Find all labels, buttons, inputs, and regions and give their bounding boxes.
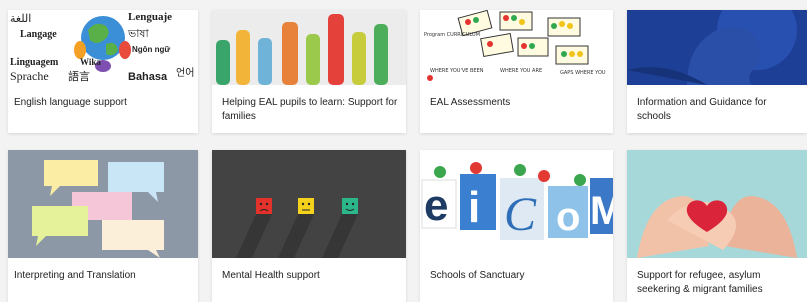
svg-text:Sprache: Sprache	[10, 69, 49, 83]
happy-cube	[342, 198, 358, 214]
svg-text:언어: 언어	[176, 67, 194, 79]
svg-text:C: C	[504, 188, 537, 241]
card-english-language-support[interactable]: اللغة Lenguaje Langage ভাষা Ngôn ngữ Lin…	[8, 10, 198, 133]
svg-text:Ngôn ngữ: Ngôn ngữ	[132, 45, 170, 54]
card-label: EAL Assessments	[430, 97, 511, 108]
heart-in-hands-image	[627, 150, 807, 258]
pinned-letters-image: e i C o M	[420, 150, 613, 258]
svg-text:WHERE YOU ARE: WHERE YOU ARE	[500, 68, 542, 74]
card-label: Mental Health support	[222, 270, 320, 281]
card-information-guidance-schools[interactable]: Information and Guidance for schools	[627, 10, 807, 133]
languages-globe-image: اللغة Lenguaje Langage ভাষা Ngôn ngữ Lin…	[8, 10, 198, 85]
card-label: Schools of Sanctuary	[430, 270, 525, 281]
resource-card-grid: اللغة Lenguaje Langage ভাষা Ngôn ngữ Lin…	[0, 0, 807, 302]
card-label: English language support	[14, 97, 127, 108]
svg-text:Wika: Wika	[80, 57, 101, 67]
svg-text:Linguagem: Linguagem	[10, 57, 59, 68]
card-mental-health-support[interactable]: Mental Health support	[212, 150, 406, 302]
card-schools-of-sanctuary[interactable]: e i C o M Schools of Sanctuary	[420, 150, 613, 302]
blue-profile-image	[627, 10, 807, 85]
svg-text:Langage: Langage	[20, 29, 57, 40]
svg-text:M: M	[590, 189, 613, 233]
card-label: Information and Guidance for schools	[637, 97, 767, 122]
card-eal-assessments[interactable]: Program CURRICULUM WHERE YOU'VE BEEN WHE…	[420, 10, 613, 133]
card-interpreting-translation[interactable]: Interpreting and Translation	[8, 150, 198, 302]
sad-cube	[256, 198, 272, 214]
svg-text:Lenguaje: Lenguaje	[128, 11, 172, 23]
card-label: Interpreting and Translation	[14, 270, 136, 281]
card-label: Support for refugee, asylum seekering & …	[637, 270, 763, 295]
svg-text:اللغة: اللغة	[10, 13, 31, 25]
svg-text:Program CURRICULUM: Program CURRICULUM	[424, 32, 480, 38]
svg-text:i: i	[468, 183, 480, 232]
raised-hands-image	[212, 10, 406, 85]
card-support-refugee-families[interactable]: Support for refugee, asylum seekering & …	[627, 150, 807, 302]
svg-text:e: e	[424, 181, 448, 230]
card-helping-eal-pupils[interactable]: Helping EAL pupils to learn: Support for…	[212, 10, 406, 133]
svg-text:ভাষা: ভাষা	[127, 27, 149, 40]
neutral-cube	[298, 198, 314, 214]
svg-text:Bahasa: Bahasa	[128, 71, 168, 83]
emotion-cubes-image	[212, 150, 406, 258]
svg-text:o: o	[556, 195, 580, 239]
svg-text:GAPS WHERE YOU: GAPS WHERE YOU	[560, 70, 606, 76]
card-label: Helping EAL pupils to learn: Support for…	[222, 97, 398, 122]
assessment-chart-image: Program CURRICULUM WHERE YOU'VE BEEN WHE…	[420, 10, 613, 85]
svg-text:WHERE YOU'VE BEEN: WHERE YOU'VE BEEN	[430, 68, 484, 74]
svg-text:語言: 語言	[68, 69, 90, 83]
speech-bubbles-image	[8, 150, 198, 258]
